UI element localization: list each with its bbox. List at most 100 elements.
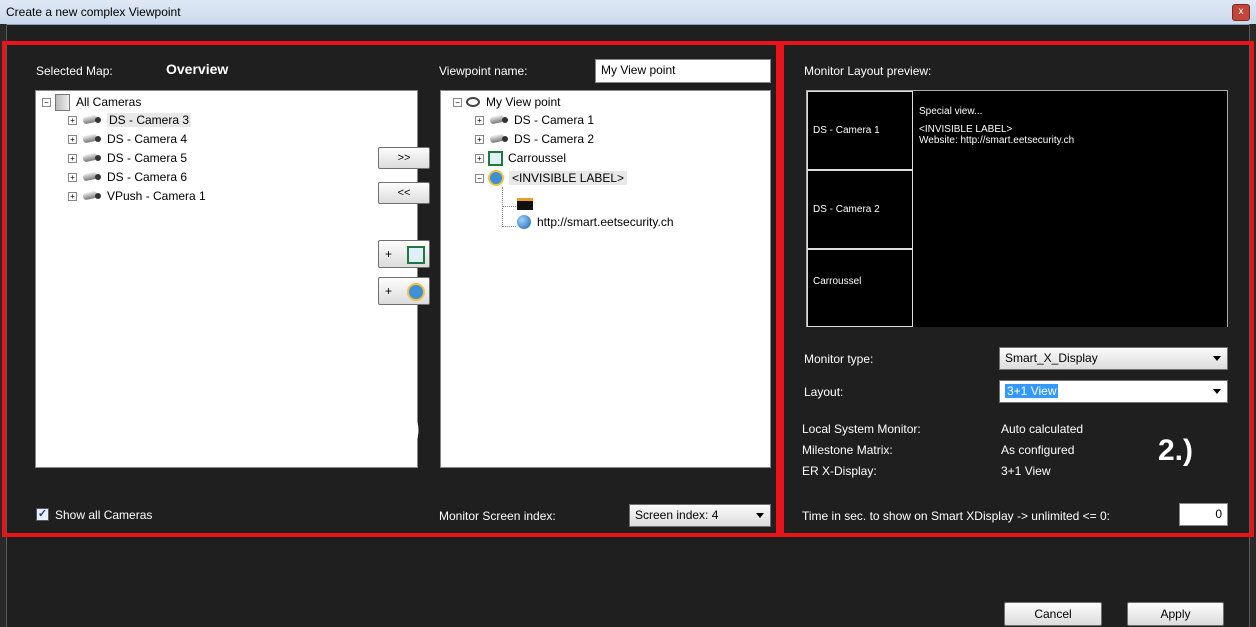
server-icon (55, 93, 70, 111)
tree-item-label: DS - Camera 5 (107, 151, 188, 165)
tree-item-label: DS - Camera 3 (107, 113, 192, 127)
preview-label: Monitor Layout preview: (804, 64, 932, 78)
milestone-matrix-value: As configured (1001, 443, 1075, 457)
expand-icon[interactable]: + (475, 115, 484, 125)
preview-cell: DS - Camera 1 (807, 91, 913, 170)
camera-icon (81, 190, 103, 202)
tree-item[interactable]: + DS - Camera 2 (475, 130, 594, 148)
viewpoint-name-label: Viewpoint name: (439, 64, 528, 78)
expand-icon[interactable]: + (475, 153, 484, 163)
collapse-icon[interactable]: − (42, 97, 51, 107)
camera-icon (81, 152, 103, 164)
camera-tree[interactable]: − All Cameras + DS - Camera 3 + DS - Cam… (35, 90, 418, 468)
tree-item[interactable]: + DS - Camera 4 (68, 130, 187, 148)
tree-item[interactable]: − <INVISIBLE LABEL> (475, 169, 628, 187)
tree-root-label: All Cameras (76, 95, 142, 109)
tree-item[interactable]: + DS - Camera 3 (68, 111, 192, 129)
time-input[interactable]: 0 (1179, 503, 1228, 526)
tree-connector (502, 226, 516, 228)
collapse-icon[interactable]: − (453, 97, 462, 107)
carrousel-icon (407, 246, 425, 264)
window-title: Create a new complex Viewpoint (6, 5, 181, 19)
monitor-index-value: Screen index: 4 (635, 508, 719, 522)
expand-icon[interactable]: + (68, 115, 77, 125)
layout-preview: DS - Camera 1 DS - Camera 2 Carroussel S… (806, 90, 1228, 327)
local-system-monitor-value: Auto calculated (1001, 422, 1084, 436)
tree-item-label: <INVISIBLE LABEL> (509, 171, 628, 185)
viewpoint-tree[interactable]: − My View point + DS - Camera 1 + DS - C… (440, 90, 771, 468)
monitor-type-value: Smart_X_Display (1005, 351, 1098, 365)
title-bar: Create a new complex Viewpoint x (0, 0, 1256, 25)
collapse-icon[interactable]: − (475, 173, 484, 183)
close-button[interactable]: x (1232, 4, 1250, 21)
tree-root-label: My View point (486, 95, 561, 109)
tree-item[interactable]: + DS - Camera 1 (475, 111, 594, 129)
tree-item-label: VPush - Camera 1 (107, 189, 206, 203)
camera-icon (81, 114, 103, 126)
tree-item-label: DS - Camera 4 (107, 132, 188, 146)
monitor-index-label: Monitor Screen index: (439, 509, 556, 523)
er-xdisplay-value: 3+1 View (1001, 464, 1051, 478)
camera-icon (81, 133, 103, 145)
time-label: Time in sec. to show on Smart XDisplay -… (802, 509, 1111, 523)
chevron-down-icon (1213, 356, 1221, 361)
camera-icon (488, 114, 510, 126)
monitor-type-select[interactable]: Smart_X_Display (999, 347, 1228, 370)
tree-subitem[interactable] (517, 195, 533, 213)
add-carrousel-button[interactable]: + (378, 240, 430, 268)
cancel-button[interactable]: Cancel (1004, 602, 1102, 626)
camera-icon (81, 171, 103, 183)
show-all-checkbox[interactable]: ✓ (36, 508, 49, 521)
carrousel-icon (488, 150, 503, 166)
tree-subitem[interactable]: http://smart.eetsecurity.ch (517, 213, 674, 231)
globe-icon (517, 215, 531, 229)
tree-item[interactable]: + VPush - Camera 1 (68, 187, 206, 205)
tree-item-label: DS - Camera 1 (514, 113, 595, 127)
plus-label: + (385, 284, 393, 298)
layout-label: Layout: (804, 385, 844, 399)
add-to-viewpoint-button[interactable]: >> (378, 147, 430, 169)
tree-root-node[interactable]: − My View point (453, 93, 560, 111)
viewpoint-name-input[interactable]: My View point (595, 59, 771, 83)
tree-item[interactable]: + Carroussel (475, 149, 566, 167)
monitor-type-label: Monitor type: (804, 352, 874, 366)
expand-icon[interactable]: + (475, 134, 484, 144)
expand-icon[interactable]: + (68, 153, 77, 163)
tree-connector (502, 206, 516, 208)
preview-cell: DS - Camera 2 (807, 170, 913, 249)
display-icon (517, 198, 533, 210)
remove-from-viewpoint-button[interactable]: << (378, 182, 430, 204)
show-all-label: Show all Cameras (55, 508, 153, 522)
tree-item-label: Carroussel (508, 151, 567, 165)
expand-icon[interactable]: + (68, 172, 77, 182)
chevron-down-icon (756, 513, 764, 518)
expand-icon[interactable]: + (68, 134, 77, 144)
map-name: Overview (166, 61, 229, 77)
eye-icon (466, 97, 480, 107)
camera-icon (488, 133, 510, 145)
tree-item[interactable]: + DS - Camera 6 (68, 168, 187, 186)
monitor-index-select[interactable]: Screen index: 4 (629, 504, 771, 527)
annotation-2: 2.) (1158, 434, 1194, 467)
layout-select[interactable]: 3+1 View (999, 380, 1228, 403)
tree-item-label: DS - Camera 2 (514, 132, 595, 146)
milestone-matrix-label: Milestone Matrix: (802, 443, 893, 457)
tree-item[interactable]: + DS - Camera 5 (68, 149, 187, 167)
expand-icon[interactable]: + (68, 191, 77, 201)
preview-main-cell: Special view... <INVISIBLE LABEL> Websit… (913, 91, 1227, 327)
tree-subitem-label: http://smart.eetsecurity.ch (537, 215, 674, 229)
tree-root-node[interactable]: − All Cameras (42, 93, 141, 111)
label-icon (488, 170, 504, 186)
chevron-down-icon (1213, 389, 1221, 394)
add-invisible-label-button[interactable]: + (378, 277, 430, 305)
layout-value: 3+1 View (1005, 384, 1059, 398)
tree-item-label: DS - Camera 6 (107, 170, 188, 184)
selected-map-label: Selected Map: (36, 64, 113, 78)
er-xdisplay-label: ER X-Display: (802, 464, 877, 478)
annotation-1: 1.) (385, 412, 421, 445)
local-system-monitor-label: Local System Monitor: (802, 422, 921, 436)
apply-button[interactable]: Apply (1127, 602, 1224, 626)
preview-cell: Carroussel (807, 249, 913, 327)
label-icon (407, 283, 425, 301)
plus-label: + (385, 247, 393, 261)
